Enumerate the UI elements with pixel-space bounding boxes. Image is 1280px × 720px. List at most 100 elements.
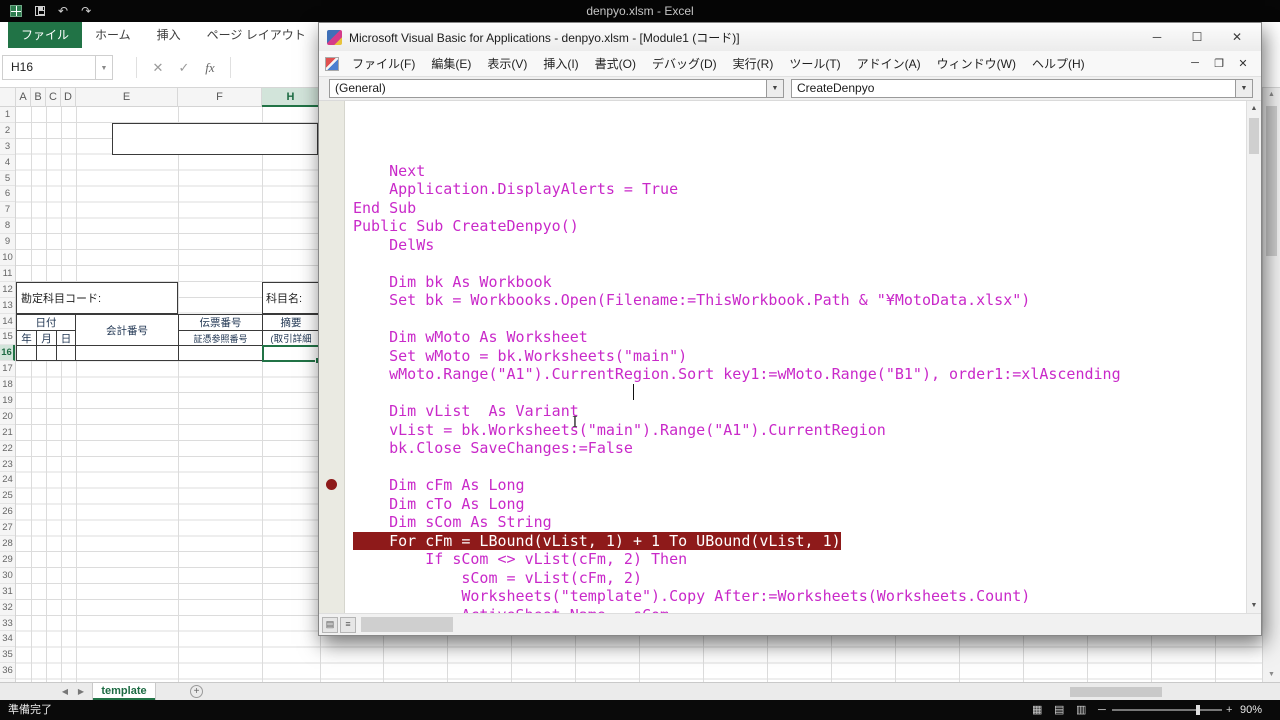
menu-edit[interactable]: 編集(E) bbox=[423, 52, 479, 76]
name-box[interactable]: H16 bbox=[2, 55, 96, 80]
view-page-layout-icon[interactable]: ▤ bbox=[1054, 700, 1064, 720]
zoom-in-icon[interactable]: + bbox=[1226, 700, 1232, 720]
dropdown-arrow-icon[interactable]: ▼ bbox=[766, 80, 783, 97]
code-line[interactable]: Dim cTo As Long bbox=[353, 495, 1246, 514]
name-box-dropdown-icon[interactable]: ▼ bbox=[96, 55, 113, 80]
procedure-dropdown[interactable]: CreateDenpyo ▼ bbox=[791, 79, 1253, 98]
cell-day-header[interactable]: 日 bbox=[56, 330, 76, 346]
view-normal-icon[interactable]: ▦ bbox=[1032, 700, 1042, 720]
sheet-tab-next-icon[interactable]: ▶ bbox=[74, 683, 88, 700]
code-line[interactable]: Dim vList As Variant bbox=[353, 402, 1246, 421]
row-header-11[interactable]: 11 bbox=[0, 266, 15, 282]
minimize-button[interactable]: ─ bbox=[1137, 23, 1177, 51]
menu-tools[interactable]: ツール(T) bbox=[781, 52, 848, 76]
code-line[interactable]: sCom = vList(cFm, 2) bbox=[353, 569, 1246, 588]
cell-account-code-label[interactable]: 勘定科目コード: bbox=[16, 282, 178, 314]
excel-vertical-scrollbar-thumb[interactable] bbox=[1266, 106, 1277, 256]
sheet-tab-template[interactable]: template bbox=[92, 683, 156, 700]
cell-summary-header[interactable]: 摘要 bbox=[262, 314, 320, 331]
code-line[interactable]: Worksheets("template").Copy After:=Works… bbox=[353, 587, 1246, 606]
code-line[interactable]: DelWs bbox=[353, 236, 1246, 255]
row-header-1[interactable]: 1 bbox=[0, 107, 15, 123]
row-header-7[interactable]: 7 bbox=[0, 202, 15, 218]
row-header-18[interactable]: 18 bbox=[0, 377, 15, 393]
row-header-31[interactable]: 31 bbox=[0, 584, 15, 600]
cell-month-header[interactable]: 月 bbox=[36, 330, 57, 346]
cell-date-header[interactable]: 日付 bbox=[16, 314, 76, 331]
row-header-33[interactable]: 33 bbox=[0, 616, 15, 632]
scroll-up-icon[interactable]: ▲ bbox=[1247, 101, 1261, 116]
row-header-28[interactable]: 28 bbox=[0, 536, 15, 552]
zoom-slider-track[interactable] bbox=[1112, 709, 1222, 711]
code-line[interactable] bbox=[353, 310, 1246, 329]
code-line[interactable]: Dim sCom As String bbox=[353, 513, 1246, 532]
menu-view[interactable]: 表示(V) bbox=[479, 52, 535, 76]
row-header-27[interactable]: 27 bbox=[0, 520, 15, 536]
sheet-tab-prev-icon[interactable]: ◀ bbox=[58, 683, 72, 700]
row-header-26[interactable]: 26 bbox=[0, 504, 15, 520]
code-line[interactable] bbox=[353, 384, 1246, 403]
menu-run[interactable]: 実行(R) bbox=[725, 52, 782, 76]
code-line[interactable]: bk.Close SaveChanges:=False bbox=[353, 439, 1246, 458]
scroll-down-icon[interactable]: ▼ bbox=[1263, 668, 1280, 682]
dropdown-arrow-icon[interactable]: ▼ bbox=[1235, 80, 1252, 97]
row-header-20[interactable]: 20 bbox=[0, 409, 15, 425]
row-header-8[interactable]: 8 bbox=[0, 218, 15, 234]
excel-horizontal-scrollbar-thumb[interactable] bbox=[1070, 687, 1162, 697]
row-header-15[interactable]: 15 bbox=[0, 329, 15, 345]
column-header-c[interactable]: C bbox=[46, 88, 61, 107]
row-header-36[interactable]: 36 bbox=[0, 663, 15, 679]
code-editor[interactable]: Next Application.DisplayAlerts = TrueEnd… bbox=[345, 101, 1246, 613]
code-vertical-scrollbar[interactable]: ▲ ▼ bbox=[1246, 101, 1261, 613]
row-header-22[interactable]: 22 bbox=[0, 441, 15, 457]
empty-cell[interactable] bbox=[178, 345, 263, 361]
code-vertical-scrollbar-thumb[interactable] bbox=[1249, 118, 1259, 154]
row-header-14[interactable]: 14 bbox=[0, 314, 15, 330]
full-module-view-button[interactable]: ▤ bbox=[322, 617, 338, 633]
column-header-h-selected[interactable]: H bbox=[262, 88, 320, 107]
code-line[interactable]: ActiveSheet.Name = sCom bbox=[353, 606, 1246, 614]
menu-file[interactable]: ファイル(F) bbox=[344, 52, 423, 76]
insert-function-icon[interactable]: fx bbox=[198, 55, 222, 80]
menu-window[interactable]: ウィンドウ(W) bbox=[929, 52, 1024, 76]
row-header-13[interactable]: 13 bbox=[0, 298, 15, 314]
redo-icon[interactable]: ↷ bbox=[81, 0, 91, 22]
cell-detail-header[interactable]: (取引詳細 bbox=[262, 330, 320, 346]
menu-insert[interactable]: 挿入(I) bbox=[535, 52, 586, 76]
cell-voucher-no-header[interactable]: 証憑参照番号 bbox=[178, 330, 263, 346]
code-line[interactable]: Next bbox=[353, 162, 1246, 181]
selected-cell-h16[interactable] bbox=[262, 345, 320, 362]
close-button[interactable]: ✕ bbox=[1217, 23, 1257, 51]
maximize-button[interactable]: ☐ bbox=[1177, 23, 1217, 51]
row-header-35[interactable]: 35 bbox=[0, 647, 15, 663]
excel-vertical-scrollbar[interactable]: ▲ ▼ bbox=[1262, 88, 1280, 682]
row-header-16[interactable]: 16 bbox=[0, 345, 15, 361]
code-line[interactable]: Public Sub CreateDenpyo() bbox=[353, 217, 1246, 236]
row-header-6[interactable]: 6 bbox=[0, 186, 15, 202]
row-header-32[interactable]: 32 bbox=[0, 600, 15, 616]
ribbon-tab-file[interactable]: ファイル bbox=[8, 22, 82, 48]
row-header-3[interactable]: 3 bbox=[0, 139, 15, 155]
code-line[interactable]: If sCom <> vList(cFm, 2) Then bbox=[353, 550, 1246, 569]
code-line[interactable]: Set wMoto = bk.Worksheets("main") bbox=[353, 347, 1246, 366]
enter-icon[interactable]: ✓ bbox=[172, 55, 196, 80]
empty-cell[interactable] bbox=[36, 345, 57, 361]
code-line[interactable]: For cFm = LBound(vList, 1) + 1 To UBound… bbox=[353, 532, 1246, 551]
row-header-21[interactable]: 21 bbox=[0, 425, 15, 441]
column-header-e[interactable]: E bbox=[76, 88, 178, 107]
code-line[interactable]: Set bk = Workbooks.Open(Filename:=ThisWo… bbox=[353, 291, 1246, 310]
row-header-34[interactable]: 34 bbox=[0, 631, 15, 647]
empty-cell[interactable] bbox=[56, 345, 76, 361]
row-header-23[interactable]: 23 bbox=[0, 457, 15, 473]
code-horizontal-scrollbar-thumb[interactable] bbox=[361, 617, 453, 632]
mdi-minimize-button[interactable]: ─ bbox=[1183, 57, 1207, 70]
code-line[interactable]: Dim cFm As Long bbox=[353, 476, 1246, 495]
code-line[interactable]: Dim bk As Workbook bbox=[353, 273, 1246, 292]
cancel-icon[interactable]: ✕ bbox=[146, 55, 170, 80]
row-header-29[interactable]: 29 bbox=[0, 552, 15, 568]
column-header-d[interactable]: D bbox=[61, 88, 76, 107]
mdi-restore-button[interactable]: ❐ bbox=[1207, 57, 1231, 70]
row-header-17[interactable]: 17 bbox=[0, 361, 15, 377]
scroll-up-icon[interactable]: ▲ bbox=[1263, 88, 1280, 102]
code-line[interactable]: End Sub bbox=[353, 199, 1246, 218]
